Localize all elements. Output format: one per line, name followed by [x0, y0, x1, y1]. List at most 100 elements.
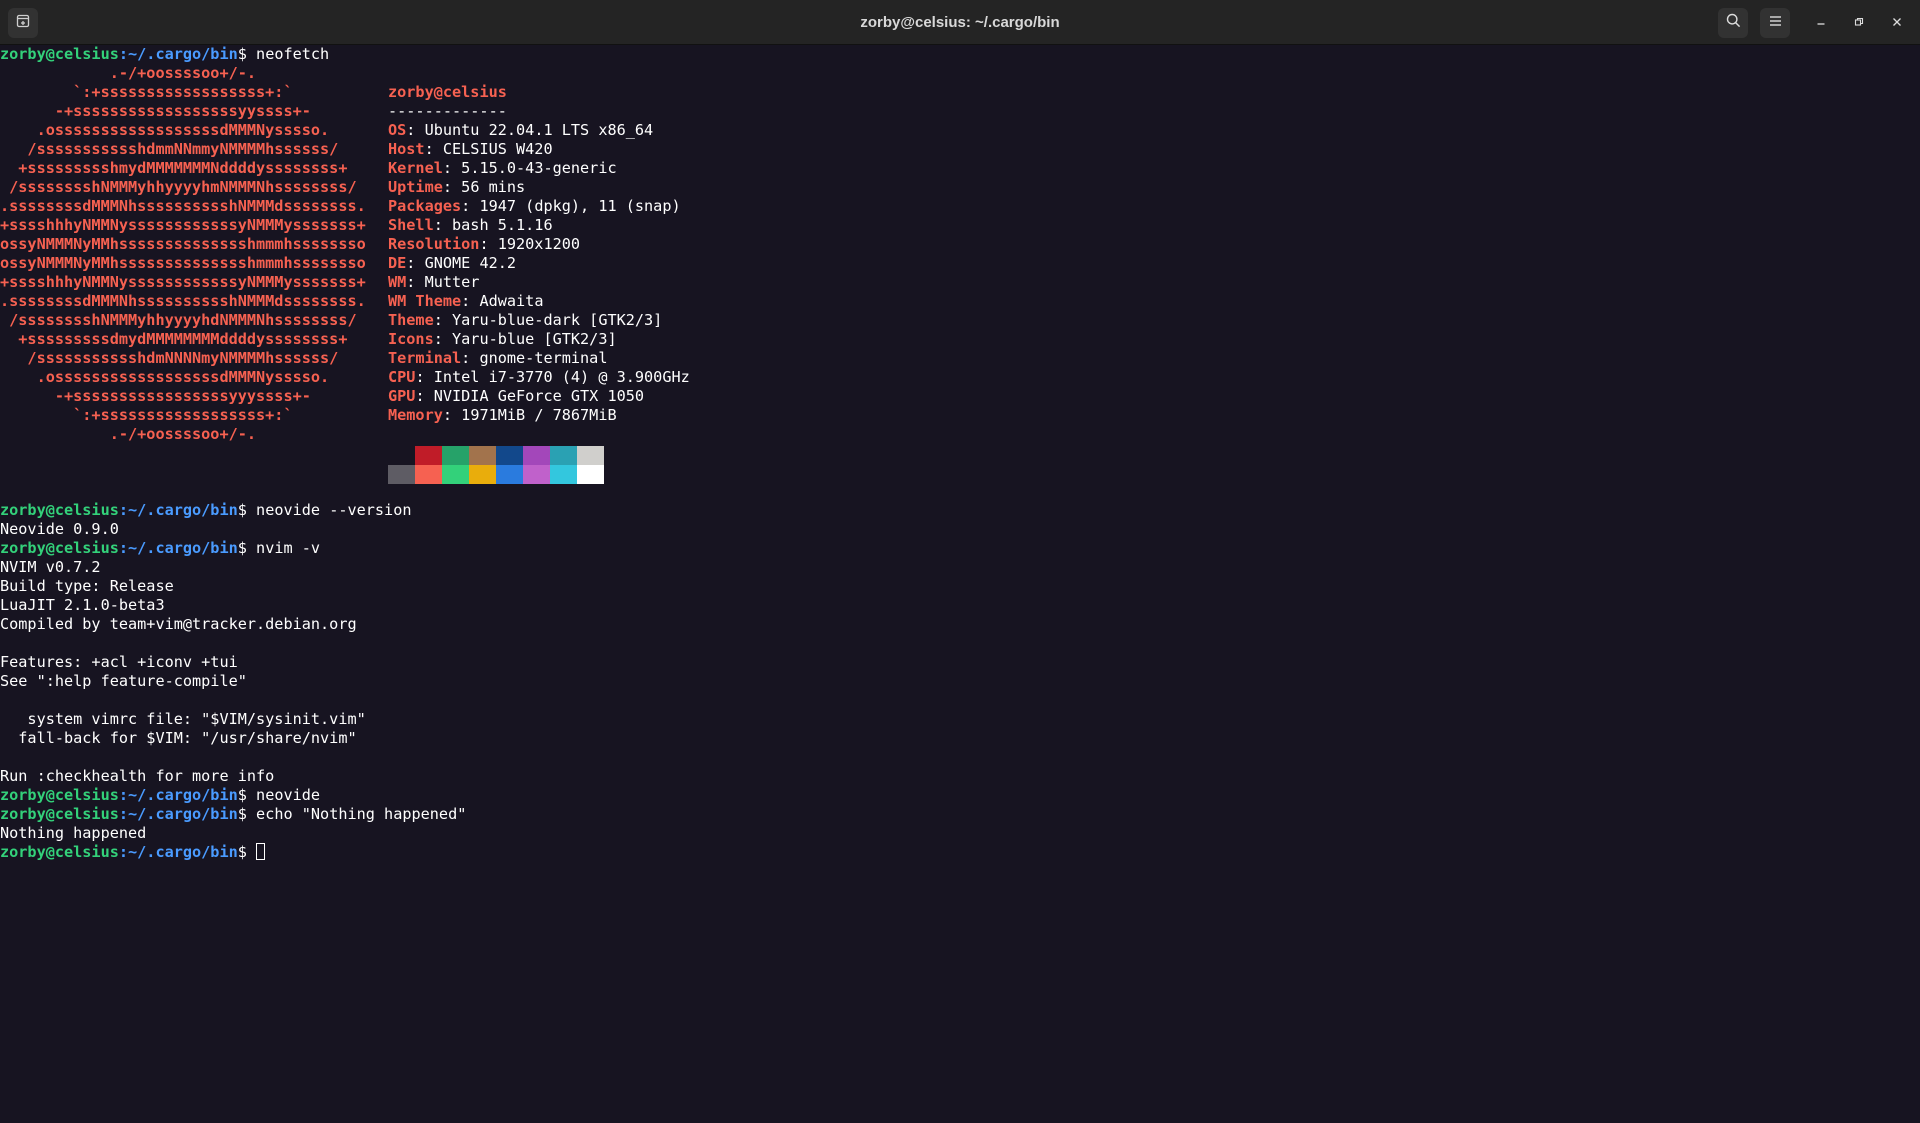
ascii-logo-line: -+sssssssssssssssssyyyssss+-	[0, 387, 311, 405]
prompt-line: zorby@celsius:~/.cargo/bin$ echo "Nothin…	[0, 805, 467, 823]
output-line: Nothing happened	[0, 824, 147, 842]
output-line: Build type: Release	[0, 577, 174, 595]
hamburger-menu-icon	[1769, 14, 1782, 32]
info-field: Packages: 1947 (dpkg), 11 (snap)	[388, 197, 681, 215]
info-key: Kernel	[388, 159, 443, 177]
info-value: Yaru-blue [GTK2/3]	[452, 330, 617, 348]
ascii-logo-line: .-/+oossssoo+/-.	[0, 425, 257, 443]
prompt-path: :~/.cargo/bin	[118, 45, 238, 63]
ascii-logo-line: .ssssssssdMMMNhsssssssssshNMMMdssssssss.	[0, 292, 366, 310]
color-swatch	[550, 465, 577, 484]
menu-button[interactable]	[1760, 7, 1790, 38]
color-swatch	[550, 446, 577, 465]
system-info: zorby@celsius ------------- OS: Ubuntu 2…	[388, 83, 690, 425]
info-value: Yaru-blue-dark [GTK2/3]	[452, 311, 663, 329]
ascii-logo: .-/+oossssoo+/-. `:+ssssssssssssssssss+:…	[0, 64, 366, 444]
output-line: Features: +acl +iconv +tui	[0, 653, 238, 671]
info-value: Mutter	[424, 273, 480, 291]
prompt-line: zorby@celsius:~/.cargo/bin$ neovide	[0, 786, 321, 804]
info-field: GPU: NVIDIA GeForce GTX 1050	[388, 387, 645, 405]
info-key: DE	[388, 254, 407, 272]
minimize-button[interactable]	[1802, 0, 1840, 45]
restore-button[interactable]	[1840, 0, 1878, 45]
info-value: 56 mins	[461, 178, 526, 196]
output-line: fall-back for $VIM: "/usr/share/nvim"	[0, 729, 357, 747]
search-button[interactable]	[1718, 7, 1748, 38]
info-key: Uptime	[388, 178, 443, 196]
info-field: Terminal: gnome-terminal	[388, 349, 608, 367]
color-swatch	[415, 446, 442, 465]
info-value: CELSIUS W420	[442, 140, 553, 158]
info-key: Theme	[388, 311, 434, 329]
ascii-logo-line: .-/+oossssoo+/-.	[0, 64, 257, 82]
color-swatch	[577, 465, 604, 484]
ascii-logo-line: `:+ssssssssssssssssss+:`	[0, 406, 293, 424]
ascii-logo-line: +ssssssssshmydMMMMMMMNddddyssssssss+	[0, 159, 348, 177]
info-key: GPU	[388, 387, 416, 405]
color-swatch	[577, 446, 604, 465]
info-field: Uptime: 56 mins	[388, 178, 526, 196]
command-text: neovide	[256, 786, 321, 804]
info-key: CPU	[388, 368, 416, 386]
info-field: Resolution: 1920x1200	[388, 235, 581, 253]
info-separator: -------------	[388, 102, 507, 120]
text-cursor	[256, 843, 266, 860]
ascii-logo-line: +sssssssssdmydMMMMMMMMddddyssssssss+	[0, 330, 348, 348]
ascii-logo-line: /ssssssssssshdmmNNmmyNMMMMhssssss/	[0, 140, 339, 158]
color-swatch	[523, 446, 550, 465]
info-key: Icons	[388, 330, 434, 348]
ascii-logo-line: /sssssssshNMMMyhhyyyyhdNMMMNhssssssss/	[0, 311, 357, 329]
info-value: 1920x1200	[497, 235, 581, 253]
minimize-icon	[1816, 14, 1826, 32]
palette-row-dark	[388, 446, 604, 465]
new-tab-button[interactable]	[8, 8, 38, 38]
output-line: Run :checkhealth for more info	[0, 767, 275, 785]
color-swatch	[496, 446, 523, 465]
info-value: 1971MiB / 7867MiB	[461, 406, 617, 424]
prompt-line: zorby@celsius:~/.cargo/bin$ nvim -v	[0, 539, 321, 557]
terminal-area[interactable]: zorby@celsius:~/.cargo/bin$ neofetch .-/…	[0, 45, 1920, 1123]
neofetch-output: .-/+oossssoo+/-. `:+ssssssssssssssssss+:…	[0, 64, 1920, 501]
ascii-logo-line: +sssshhhyNMMNyssssssssssssyNMMMysssssss+	[0, 216, 366, 234]
command-text: nvim -v	[256, 539, 321, 557]
active-prompt-line[interactable]: zorby@celsius:~/.cargo/bin$	[0, 843, 1920, 862]
info-key: WM	[388, 273, 407, 291]
command-text: echo "Nothing happened"	[256, 805, 467, 823]
info-key: Shell	[388, 216, 434, 234]
close-button[interactable]	[1878, 0, 1916, 45]
output-line: See ":help feature-compile"	[0, 672, 247, 690]
info-field: WM Theme: Adwaita	[388, 292, 544, 310]
ascii-logo-line: ossyNMMMNyMMhsssssssssssssshmmmhssssssso	[0, 235, 366, 253]
output-line: system vimrc file: "$VIM/sysinit.vim"	[0, 710, 366, 728]
info-field: Memory: 1971MiB / 7867MiB	[388, 406, 617, 424]
ascii-logo-line: .ossssssssssssssssssdMMMNysssso.	[0, 121, 330, 139]
info-key: Memory	[388, 406, 443, 424]
info-user-host: zorby@celsius	[388, 83, 507, 101]
command-text: neovide --version	[256, 501, 412, 519]
palette-row-bright	[388, 465, 604, 484]
color-swatch	[388, 465, 415, 484]
info-value: gnome-terminal	[479, 349, 608, 367]
info-field: CPU: Intel i7-3770 (4) @ 3.900GHz	[388, 368, 690, 386]
info-value: 5.15.0-43-generic	[461, 159, 617, 177]
output-line: LuaJIT 2.1.0-beta3	[0, 596, 165, 614]
info-field: Kernel: 5.15.0-43-generic	[388, 159, 617, 177]
color-swatch	[415, 465, 442, 484]
prompt-symbol: $	[237, 45, 257, 63]
info-key: Resolution	[388, 235, 480, 253]
info-field: Icons: Yaru-blue [GTK2/3]	[388, 330, 617, 348]
info-field: Host: CELSIUS W420	[388, 140, 553, 158]
info-value: 1947 (dpkg), 11 (snap)	[479, 197, 681, 215]
info-field: WM: Mutter	[388, 273, 480, 291]
terminal-window: zorby@celsius: ~/.cargo/bin zorby@celsiu…	[0, 0, 1920, 1123]
color-palette	[388, 446, 604, 484]
titlebar: zorby@celsius: ~/.cargo/bin	[0, 0, 1920, 45]
info-key: WM Theme	[388, 292, 462, 310]
info-key: OS	[388, 121, 407, 139]
close-icon	[1892, 14, 1902, 32]
info-value: GNOME 42.2	[424, 254, 517, 272]
info-key: Packages	[388, 197, 462, 215]
output-line: NVIM v0.7.2	[0, 558, 101, 576]
